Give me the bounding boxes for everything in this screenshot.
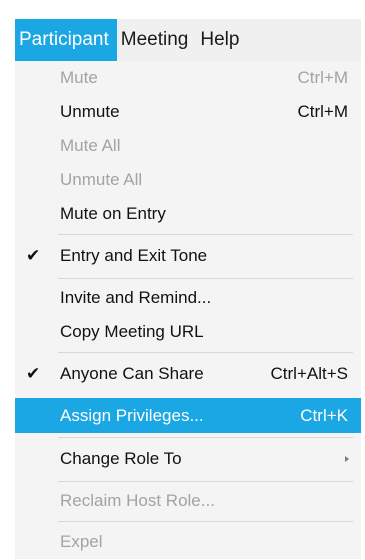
checkmark-icon: ✔ xyxy=(26,246,41,265)
menu-item-reclaim-host-role[interactable]: Reclaim Host Role... xyxy=(15,484,361,518)
submenu-arrow-icon xyxy=(345,456,349,462)
participant-dropdown-menu: Mute Ctrl+M Unmute Ctrl+M Mute All Unmut… xyxy=(15,61,361,559)
menu-item-label: Mute xyxy=(60,68,98,87)
menu-separator xyxy=(58,437,353,438)
menu-item-label: Unmute xyxy=(60,102,120,121)
menu-item-change-role[interactable]: Change Role To xyxy=(15,440,361,478)
menu-bar: Participant Meeting Help xyxy=(15,19,361,61)
menu-item-shortcut: Ctrl+Alt+S xyxy=(270,364,348,383)
menu-item-unmute-all[interactable]: Unmute All xyxy=(15,163,361,197)
menu-item-mute-all[interactable]: Mute All xyxy=(15,129,361,163)
menu-item-shortcut: Ctrl+K xyxy=(300,405,348,425)
menu-item-label: Entry and Exit Tone xyxy=(60,246,208,265)
menu-item-mute-on-entry[interactable]: Mute on Entry xyxy=(15,197,361,231)
menu-item-label: Invite and Remind... xyxy=(60,288,212,307)
menu-meeting[interactable]: Meeting xyxy=(117,19,197,61)
menu-item-assign-privileges[interactable]: Assign Privileges... Ctrl+K xyxy=(15,398,361,433)
checkmark-icon: ✔ xyxy=(26,364,41,383)
menu-item-anyone-can-share[interactable]: ✔ Anyone Can Share Ctrl+Alt+S xyxy=(15,355,361,393)
menu-item-unmute[interactable]: Unmute Ctrl+M xyxy=(15,95,361,129)
menu-separator xyxy=(58,481,353,482)
menu-separator xyxy=(58,521,353,522)
menu-item-label: Copy Meeting URL xyxy=(60,322,204,341)
menu-item-label: Mute All xyxy=(60,136,121,155)
menu-item-label: Expel xyxy=(60,532,103,551)
menu-item-label: Assign Privileges... xyxy=(60,405,204,425)
menu-item-label: Reclaim Host Role... xyxy=(60,491,215,510)
menu-item-invite-remind[interactable]: Invite and Remind... xyxy=(15,281,361,315)
screen: Participant Meeting Help Mute Ctrl+M Unm… xyxy=(0,0,365,559)
menu-separator xyxy=(58,234,353,235)
menu-item-label: Anyone Can Share xyxy=(60,364,204,383)
menu-item-entry-exit-tone[interactable]: ✔ Entry and Exit Tone xyxy=(15,237,361,275)
menu-item-label: Change Role To xyxy=(60,449,182,468)
menu-item-copy-meeting-url[interactable]: Copy Meeting URL xyxy=(15,315,361,349)
menu-item-shortcut: Ctrl+M xyxy=(297,102,348,121)
menu-item-label: Unmute All xyxy=(60,170,143,189)
menu-separator xyxy=(58,278,353,279)
menu-item-shortcut: Ctrl+M xyxy=(297,68,348,87)
menu-item-mute[interactable]: Mute Ctrl+M xyxy=(15,61,361,95)
menu-help[interactable]: Help xyxy=(196,19,247,61)
menu-item-label: Mute on Entry xyxy=(60,204,166,223)
menu-item-expel[interactable]: Expel xyxy=(15,524,361,560)
menu-separator xyxy=(58,352,353,353)
menu-participant[interactable]: Participant xyxy=(15,19,117,61)
